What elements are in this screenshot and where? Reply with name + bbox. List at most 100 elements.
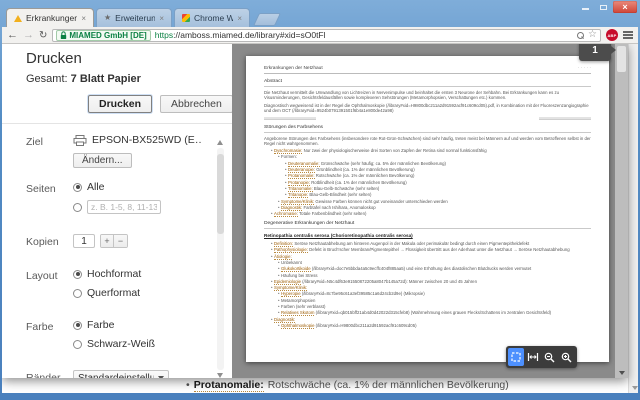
extension-icon: ★ xyxy=(104,13,112,22)
fit-width-button[interactable] xyxy=(525,348,541,366)
pages-range-radio[interactable] xyxy=(73,202,82,212)
term-definition: Rotschwäche (ca. 1% der männlichen Bevöl… xyxy=(267,379,509,391)
tab-title: Chrome Web Store - Ann xyxy=(194,13,234,23)
webstore-icon xyxy=(182,14,190,22)
landscape-radio[interactable] xyxy=(73,288,82,298)
margins-label: Ränder xyxy=(26,372,61,378)
copies-plus-button[interactable]: + xyxy=(101,235,114,247)
print-dialog-header: Drucken Gesamt: 7 Blatt Papier Drucken A… xyxy=(2,44,232,113)
doc-line: • Tritanomalie: Blau-Gelb-Schwäche (sehr … xyxy=(285,185,380,192)
fit-page-icon xyxy=(511,352,521,362)
change-printer-button[interactable]: Ändern... xyxy=(73,153,132,168)
copies-stepper[interactable]: + − xyxy=(100,234,128,248)
back-icon[interactable]: ← xyxy=(7,29,18,41)
window-controls: × xyxy=(577,1,637,13)
copies-minus-button[interactable]: − xyxy=(114,235,127,247)
color-label: Farbe xyxy=(26,321,54,333)
header-dots: · · · · · xyxy=(577,66,591,71)
minimize-button[interactable] xyxy=(577,1,594,13)
fit-width-icon xyxy=(528,353,539,361)
close-button[interactable]: × xyxy=(613,1,637,13)
doc-line: • Ätiologie: xyxy=(271,253,292,260)
bw-radio[interactable] xyxy=(73,339,82,349)
bw-option-label: Schwarz-Weiß xyxy=(87,338,156,350)
print-button[interactable]: Drucken xyxy=(88,95,153,113)
doc-line xyxy=(264,117,591,120)
chevron-down-icon xyxy=(158,376,164,378)
term-protanomalie: Protanomalie: xyxy=(193,378,264,392)
doc-line: Störungen des Farbsehens xyxy=(264,125,591,133)
tab-strip: Erkrankungen der Netzha × ★ Erweiterunge… xyxy=(6,8,282,27)
margins-section: Ränder Standardeinstellung xyxy=(2,370,232,378)
print-preview-area: Erkrankungen der Netzhaut · · · · · Abst… xyxy=(232,44,628,378)
tab-erkrankungen[interactable]: Erkrankungen der Netzha × xyxy=(6,8,94,27)
print-settings-panel: Drucken Gesamt: 7 Blatt Papier Drucken A… xyxy=(2,44,232,378)
printer-icon xyxy=(73,134,87,146)
doc-line: Diagnostisch wegweisend ist in der Regel… xyxy=(264,102,589,113)
doc-line: Degenerative Erkrankungen der Netzhaut xyxy=(264,221,591,230)
scroll-down-icon[interactable] xyxy=(618,371,625,375)
doc-line: • Deuteranomalie: Grünschwäche (sehr häuf… xyxy=(285,160,446,167)
menu-icon[interactable] xyxy=(623,31,633,39)
printer-name: EPSON-BX525WD (E… xyxy=(92,134,202,146)
doc-line: • Farben (sehr verblasst) xyxy=(278,304,326,309)
doc-line: • Protanopie: Rotblindheit (ca. 1% der mä… xyxy=(285,179,407,186)
bookmark-star-icon[interactable]: ☆ xyxy=(588,30,597,40)
browser-window: × Erkrankungen der Netzha × ★ Erweiterun… xyxy=(0,0,640,400)
cancel-button[interactable]: Abbrechen xyxy=(160,95,232,113)
doc-line: • Hyperopie (/library#xid=8c7be95c61a3ef3… xyxy=(278,291,425,298)
color-option-label: Farbe xyxy=(87,319,115,331)
tab-close-icon[interactable]: × xyxy=(81,14,86,23)
tab-title: Erkrankungen der Netzha xyxy=(26,13,78,23)
forward-icon[interactable]: → xyxy=(23,29,34,41)
doc-line: Angeborene Störungen des Farbsehens (ins… xyxy=(264,135,591,146)
tab-close-icon[interactable]: × xyxy=(159,14,164,23)
settings-scrollbar[interactable] xyxy=(216,140,225,378)
print-dialog: Drucken Gesamt: 7 Blatt Papier Drucken A… xyxy=(2,44,628,378)
preview-scrollbar[interactable] xyxy=(615,44,628,378)
tab-close-icon[interactable]: × xyxy=(237,14,242,23)
scrollbar-thumb[interactable] xyxy=(617,46,626,72)
zoom-out-button[interactable] xyxy=(542,348,558,366)
destination-section: Ziel EPSON-BX525WD (E… Ändern... xyxy=(2,134,232,168)
pages-range-input[interactable] xyxy=(87,200,161,214)
reload-icon[interactable]: ↻ xyxy=(39,30,47,41)
doc-line: • Dyschromasie: Nur zwei der physiologisc… xyxy=(271,148,487,155)
copies-label: Kopien xyxy=(26,236,59,248)
doc-line: • Diagnostik: Farbtafel nach Ishihara, An… xyxy=(278,204,376,211)
maximize-button[interactable] xyxy=(595,1,612,13)
url-text: https://amboss.miamed.de/library#xid=sO0… xyxy=(154,30,326,40)
portrait-radio[interactable] xyxy=(73,269,82,279)
pages-all-radio[interactable] xyxy=(73,182,82,192)
doc-line: • Unbekannt xyxy=(278,259,302,265)
layout-section: Layout Hochformat Querformat xyxy=(2,268,232,306)
address-bar[interactable]: MIAMED GmbH [DE] https://amboss.miamed.d… xyxy=(52,28,601,42)
zoom-page-icon[interactable] xyxy=(577,31,585,39)
document-body: Abstract Die Netzhaut vermittelt die Umwa… xyxy=(264,79,591,329)
pages-label: Seiten xyxy=(26,183,56,195)
sheet-count: Gesamt: 7 Blatt Papier xyxy=(26,73,141,85)
landscape-label: Querformat xyxy=(87,287,141,299)
copies-input[interactable] xyxy=(73,234,95,248)
color-radio[interactable] xyxy=(73,320,82,330)
pages-section: Seiten Alle xyxy=(2,181,232,221)
fit-page-button[interactable] xyxy=(508,348,525,366)
document-header: Erkrankungen der Netzhaut · · · · · xyxy=(264,66,591,75)
adblock-extension-icon[interactable]: ABP xyxy=(606,29,618,41)
page-scrollbar[interactable] xyxy=(628,44,638,393)
zoom-in-icon xyxy=(561,352,572,362)
tab-erweiterungen[interactable]: ★ Erweiterungen × xyxy=(96,8,172,27)
ev-certificate-badge[interactable]: MIAMED GmbH [DE] xyxy=(56,29,151,41)
color-section: Farbe Farbe Schwarz-Weiß xyxy=(2,319,232,357)
margins-select[interactable]: Standardeinstellung xyxy=(73,370,169,378)
page-content: • Protanomalie: Rotschwäche (ca. 1% der … xyxy=(2,44,638,393)
doc-line: • Formen: xyxy=(278,154,298,160)
doc-line: • Häufung bei Stress xyxy=(278,272,318,278)
doc-line: • Symptome/Klinik: xyxy=(271,285,308,292)
doc-line: • Definition: Seröse Netzhautabhebung am … xyxy=(271,241,530,248)
doc-line: • Glukokortikoide (/library#xid=doc7e5bbd… xyxy=(278,266,532,273)
tab-webstore[interactable]: Chrome Web Store - Ann × xyxy=(174,8,250,27)
new-tab-button[interactable] xyxy=(252,13,282,26)
zoom-in-button[interactable] xyxy=(559,348,575,366)
document-title: Erkrankungen der Netzhaut xyxy=(264,66,323,71)
